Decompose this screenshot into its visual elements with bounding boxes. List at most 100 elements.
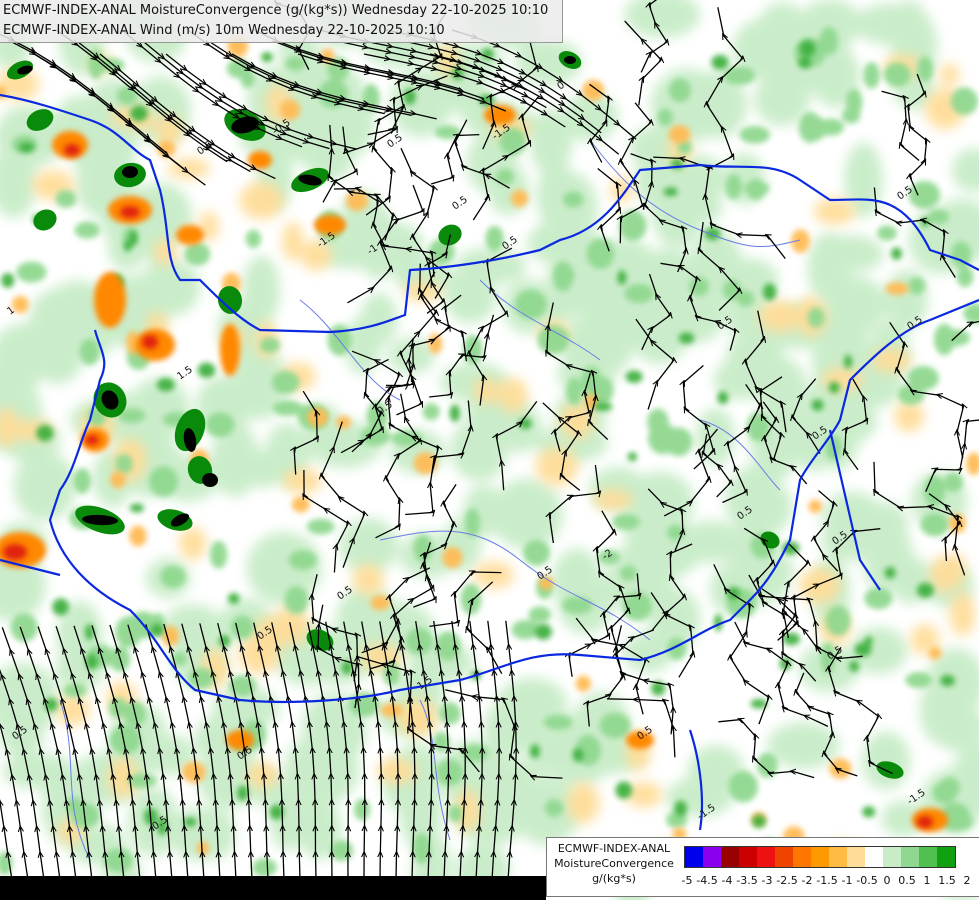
strong-negative-core (142, 335, 158, 349)
field-blob (617, 270, 627, 285)
field-blob (462, 744, 489, 762)
field-blob (439, 702, 461, 725)
field-blob (387, 337, 435, 375)
field-blob (354, 798, 371, 821)
field-blob (808, 499, 823, 514)
field-blob (514, 289, 547, 320)
field-blob (575, 675, 592, 692)
field-blob (114, 725, 136, 743)
field-blob (818, 118, 844, 136)
wind-title: ECMWF-INDEX-ANAL Wind (m/s) 10m Wednesda… (3, 23, 445, 38)
field-blob (282, 468, 322, 494)
field-blob (280, 99, 300, 120)
field-blob (572, 748, 584, 762)
field-blob (723, 66, 756, 86)
legend-title: ECMWF-INDEX-ANAL MoistureConvergence g/(… (549, 841, 679, 886)
legend-swatch (865, 847, 883, 867)
field-blob (543, 714, 573, 730)
legend-swatches (684, 846, 956, 868)
field-blob (717, 391, 729, 405)
field-blob (924, 475, 945, 507)
field-blob (630, 304, 689, 365)
field-blob (618, 209, 647, 242)
map-title-box: ECMWF-INDEX-ANAL MoistureConvergence (g/… (0, 0, 563, 43)
field-blob (566, 377, 583, 406)
field-blob (537, 325, 570, 355)
legend-tick-label: -2 (801, 874, 813, 887)
field-blob (444, 73, 491, 117)
field-blob (318, 79, 348, 109)
field-blob (934, 323, 955, 356)
field-blob (908, 277, 926, 295)
field-blob (55, 190, 77, 208)
map-bottom-edge (0, 876, 546, 900)
field-blob (828, 381, 840, 394)
field-blob (231, 615, 254, 639)
legend-swatch (703, 847, 721, 867)
legend-swatch (811, 847, 829, 867)
field-blob (307, 407, 329, 427)
legend-swatch (721, 847, 739, 867)
field-blob (130, 105, 148, 122)
field-blob (943, 472, 963, 493)
field-blob (854, 642, 872, 657)
field-blob (153, 238, 177, 265)
field-blob (829, 758, 852, 779)
field-blob (758, 300, 800, 333)
legend-variable: MoistureConvergence (554, 857, 674, 870)
legend-tick-label: 1 (923, 874, 931, 887)
field-blob (352, 564, 384, 596)
legend-ticks: -5 -4.5 -4 -3.5 -3 -2.5 -2 -1.5 -1 -0.5 0 0.5 1 1.5 2 (681, 874, 979, 888)
field-blob (442, 546, 463, 569)
field-blob (864, 587, 893, 610)
field-blob (443, 268, 497, 324)
field-blob (428, 333, 443, 354)
field-blob (272, 400, 304, 416)
field-blob (473, 561, 515, 589)
weather-map[interactable]: 0.5-0.5-1.5 -10.5 -1.500.50.51.50.50.50.50… (0, 0, 979, 900)
field-blob (728, 770, 759, 803)
field-blob (861, 731, 911, 790)
legend-tick-label: -4 (721, 874, 733, 887)
field-blob (595, 377, 614, 404)
field-blob (782, 632, 801, 646)
legend-model: ECMWF-INDEX-ANAL (557, 842, 671, 855)
field-blob (885, 282, 909, 295)
field-blob (117, 86, 138, 105)
field-blob (799, 567, 840, 604)
field-blob (380, 703, 403, 718)
field-blob (188, 667, 215, 689)
field-blob (218, 634, 231, 648)
field-blob (252, 858, 277, 877)
field-blob (927, 209, 950, 225)
field-blob (920, 217, 930, 227)
field-blob (242, 255, 281, 325)
field-blob (762, 283, 777, 301)
field-blob (498, 377, 528, 414)
field-blob (127, 773, 157, 789)
field-blob (627, 452, 638, 462)
legend-tick-label: -0.5 (856, 874, 878, 887)
field-blob (197, 362, 216, 378)
field-blob (563, 191, 584, 208)
field-blob (18, 142, 35, 153)
field-blob (205, 412, 235, 438)
field-blob (928, 646, 942, 660)
legend-unit: g/(kg*s) (592, 872, 636, 885)
negative-core (220, 324, 240, 376)
moisture-title: ECMWF-INDEX-ANAL MoistureConvergence (g/… (3, 3, 549, 18)
field-blob (746, 178, 766, 201)
field-blob (756, 752, 778, 778)
field-blob (285, 56, 306, 71)
legend-swatch (883, 847, 901, 867)
field-blob (668, 125, 691, 144)
field-blob (877, 225, 897, 241)
legend-tick-label: -5 (681, 874, 693, 887)
field-blob (413, 534, 433, 563)
field-blob (813, 198, 856, 225)
legend-swatch (919, 847, 937, 867)
strong-negative-core (120, 206, 140, 218)
field-blob (949, 592, 976, 637)
field-blob (674, 800, 687, 817)
field-blob (52, 598, 70, 616)
